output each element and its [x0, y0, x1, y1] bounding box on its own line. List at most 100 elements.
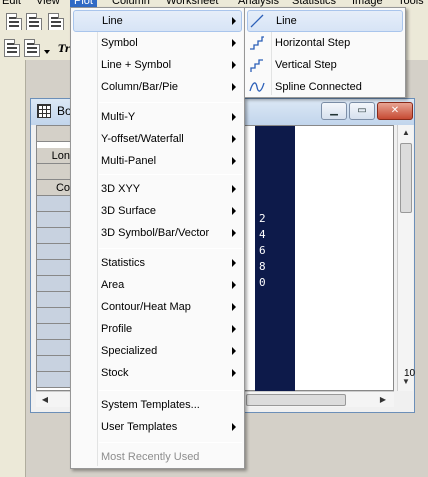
menu-item-y-offset-waterfall[interactable]: Y-offset/Waterfall — [73, 128, 184, 150]
cell-value: 4 — [259, 228, 266, 241]
scroll-thumb[interactable] — [400, 143, 412, 213]
menu-item-label: Most Recently Used — [101, 451, 200, 463]
plot-menu: Line Symbol Line + Symbol Column/Bar/Pie… — [70, 7, 245, 469]
menu-separator — [99, 390, 242, 391]
menu-item-label: 3D XYY — [101, 183, 141, 195]
submenu-arrow-icon — [232, 281, 236, 289]
submenu-arrow-icon — [232, 83, 236, 91]
menu-item-label: User Templates — [101, 421, 178, 433]
menu-view[interactable]: View — [36, 0, 60, 8]
submenu-arrow-icon — [232, 39, 236, 47]
row-header[interactable] — [37, 292, 73, 308]
row-header[interactable] — [37, 126, 73, 142]
submenu-arrow-icon — [232, 423, 236, 431]
menu-item-system-templates[interactable]: System Templates... — [73, 394, 200, 416]
side-value: 10 — [404, 368, 416, 379]
row-header[interactable] — [37, 356, 73, 372]
scroll-left-icon[interactable]: ◀ — [38, 393, 52, 407]
menu-item-label: System Templates... — [101, 399, 200, 411]
row-header[interactable] — [37, 340, 73, 356]
menu-item-contour-heat-map[interactable]: Contour/Heat Map — [73, 296, 191, 318]
menu-item-label: Line + Symbol — [101, 59, 172, 71]
worksheet-icon[interactable] — [26, 13, 42, 31]
row-header[interactable] — [37, 244, 73, 260]
row-header[interactable] — [37, 308, 73, 324]
submenu-arrow-icon — [232, 229, 236, 237]
maximize-button[interactable]: ▭ — [349, 102, 375, 120]
row-header[interactable] — [37, 196, 73, 212]
row-header[interactable] — [37, 228, 73, 244]
menu-separator — [99, 248, 242, 249]
menu-item-label: Vertical Step — [275, 59, 337, 71]
vertical-step-icon — [250, 59, 263, 72]
worksheet-icon[interactable] — [48, 13, 64, 31]
horizontal-step-icon — [250, 36, 264, 50]
menu-item-column-bar-pie[interactable]: Column/Bar/Pie — [73, 76, 178, 98]
row-header[interactable]: Lon — [37, 148, 73, 164]
menu-item-3d-xyy[interactable]: 3D XYY — [73, 178, 140, 200]
menu-item-specialized[interactable]: Specialized — [73, 340, 157, 362]
menu-item-line[interactable]: Line — [73, 10, 242, 32]
submenu-arrow-icon — [232, 207, 236, 215]
row-header[interactable] — [37, 212, 73, 228]
cell-value: 0 — [259, 276, 266, 289]
menu-item-label: Contour/Heat Map — [101, 301, 191, 313]
worksheet-icon[interactable] — [4, 39, 20, 57]
submenu-arrow-icon — [232, 369, 236, 377]
line-plot-icon — [250, 14, 264, 28]
menu-item-label: Multi-Panel — [101, 155, 157, 167]
menu-item-line-symbol[interactable]: Line + Symbol — [73, 54, 171, 76]
close-button[interactable]: ✕ — [377, 102, 413, 120]
menu-item-multi-panel[interactable]: Multi-Panel — [73, 150, 156, 172]
submenu-arrow-icon — [232, 135, 236, 143]
dropdown-arrow-icon[interactable] — [44, 50, 50, 54]
selected-column[interactable] — [255, 126, 295, 392]
vertical-scrollbar[interactable]: ▲ ▼ — [397, 125, 413, 391]
minimize-button[interactable]: ▁ — [321, 102, 347, 120]
worksheet-icon[interactable] — [24, 39, 40, 57]
menu-item-user-templates[interactable]: User Templates — [73, 416, 177, 438]
menu-item-stock[interactable]: Stock — [73, 362, 129, 384]
scroll-right-icon[interactable]: ▶ — [376, 393, 390, 407]
submenu-arrow-icon — [232, 185, 236, 193]
scroll-up-icon[interactable]: ▲ — [399, 126, 413, 140]
menu-item-statistics[interactable]: Statistics — [73, 252, 145, 274]
cell-value: 2 — [259, 212, 266, 225]
menu-item-label: Specialized — [101, 345, 158, 357]
menu-item-multi-y[interactable]: Multi-Y — [73, 106, 135, 128]
menu-item-label: Line — [102, 15, 123, 27]
menu-item-label: Profile — [101, 323, 133, 335]
menu-item-profile[interactable]: Profile — [73, 318, 132, 340]
menu-item-3d-surface[interactable]: 3D Surface — [73, 200, 156, 222]
row-header[interactable] — [37, 164, 73, 180]
menu-item-label: Line — [276, 15, 297, 27]
menu-edit[interactable]: Edit — [2, 0, 21, 8]
menu-item-area[interactable]: Area — [73, 274, 124, 296]
submenu-arrow-icon — [232, 113, 236, 121]
menu-separator — [99, 442, 242, 443]
submenu-arrow-icon — [232, 61, 236, 69]
menu-item-3d-symbol-bar-vector[interactable]: 3D Symbol/Bar/Vector — [73, 222, 209, 244]
line-submenu: Line Horizontal Step Vertical Step Splin… — [244, 7, 406, 98]
submenu-arrow-icon — [232, 17, 236, 25]
row-header[interactable] — [37, 324, 73, 340]
menu-item-most-recently-used: Most Recently Used — [73, 446, 199, 468]
font-type-icon[interactable]: Tr — [58, 44, 70, 55]
cell-value: 8 — [259, 260, 266, 273]
submenu-arrow-icon — [232, 259, 236, 267]
menu-separator — [99, 174, 242, 175]
row-header[interactable] — [37, 372, 73, 388]
worksheet-icon — [37, 104, 51, 118]
menu-item-label: Area — [101, 279, 125, 291]
scroll-thumb[interactable] — [246, 394, 346, 406]
worksheet-icon[interactable] — [6, 13, 22, 31]
row-header[interactable] — [37, 276, 73, 292]
submenu-item-line[interactable]: Line — [247, 10, 403, 32]
menu-item-label: Symbol — [101, 37, 138, 49]
row-header[interactable] — [37, 260, 73, 276]
cell-value: 6 — [259, 244, 266, 257]
row-header[interactable]: Co — [37, 180, 73, 196]
submenu-arrow-icon — [232, 347, 236, 355]
menu-item-label: Spline Connected — [275, 81, 362, 93]
menu-item-symbol[interactable]: Symbol — [73, 32, 138, 54]
